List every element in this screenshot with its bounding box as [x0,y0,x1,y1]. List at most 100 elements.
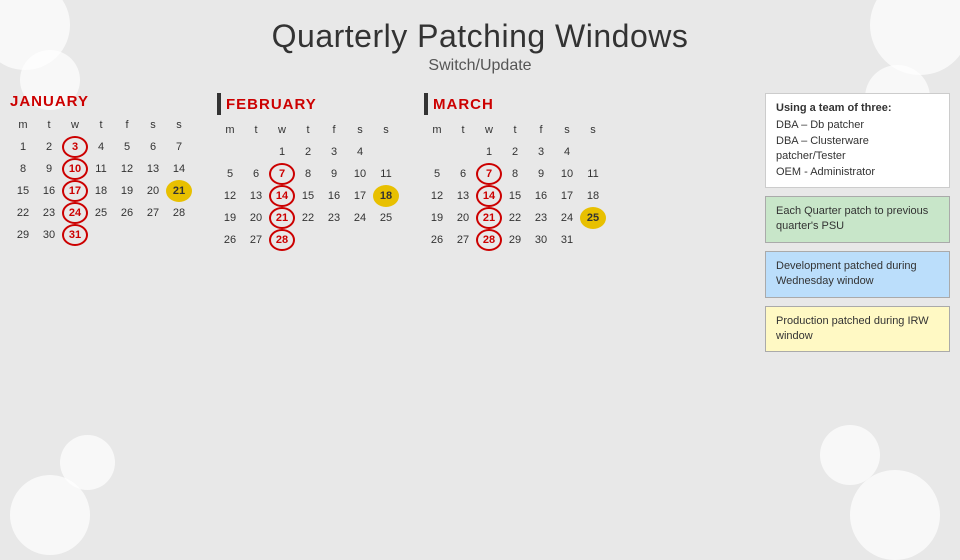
cal-day-cell: 3 [62,136,88,158]
cal-day-cell: 2 [295,141,321,163]
cal-day-cell [450,141,476,163]
cal-days-header-0: mtwtfss [10,114,205,136]
dev-patch-box: Development patched during Wednesday win… [765,251,950,298]
cal-day-cell: 4 [347,141,373,163]
cal-day-cell: 23 [36,202,62,224]
cal-day-cell [580,141,606,163]
cal-month-name-0: JANUARY [10,93,89,110]
cal-day-cell: 18 [88,180,114,202]
cal-day-cell: 19 [114,180,140,202]
cal-day-cell: 18 [580,185,606,207]
cal-day-cell: 31 [62,224,88,246]
cal-day-cell: 5 [114,136,140,158]
cal-day-cell: 21 [166,180,192,202]
cal-day-cell: 11 [580,163,606,185]
cal-day-cell: 23 [321,207,347,229]
cal-day-cell: 24 [347,207,373,229]
prod-patch-box: Production patched during IRW window [765,306,950,353]
cal-day-header-cell: t [295,119,321,141]
cal-days-header-2: mtwtfss [424,119,619,141]
cal-day-header-cell: m [424,119,450,141]
cal-day-cell: 15 [10,180,36,202]
deco-circle-bl2 [60,435,115,490]
cal-day-cell: 10 [62,158,88,180]
cal-day-cell [88,224,114,246]
cal-day-cell: 26 [217,229,243,251]
cal-day-cell: 31 [554,229,580,251]
cal-week-row: 262728 [217,229,412,251]
cal-day-cell: 11 [373,163,399,185]
cal-day-cell [166,224,192,246]
cal-day-cell: 28 [476,229,502,251]
cal-day-cell [295,229,321,251]
team-member-1: DBA – Db patcher [776,118,939,133]
cal-day-header-cell: f [321,119,347,141]
cal-day-cell: 14 [476,185,502,207]
cal-day-cell: 21 [476,207,502,229]
cal-day-header-cell: f [114,114,140,136]
cal-day-cell: 3 [321,141,347,163]
cal-month-bar-2 [424,93,428,115]
cal-day-header-cell: t [88,114,114,136]
cal-day-header-cell: w [476,119,502,141]
cal-day-cell: 20 [450,207,476,229]
cal-day-cell [243,141,269,163]
cal-day-cell: 24 [554,207,580,229]
cal-day-cell: 4 [554,141,580,163]
cal-day-cell: 16 [528,185,554,207]
cal-day-cell: 26 [114,202,140,224]
cal-day-cell: 22 [10,202,36,224]
cal-day-header-cell: w [269,119,295,141]
cal-header-2: MARCH [424,93,619,115]
cal-day-cell [321,229,347,251]
cal-day-header-cell: t [36,114,62,136]
cal-week-row: 293031 [10,224,205,246]
cal-week-row: 1234567 [10,136,205,158]
cal-day-cell: 12 [424,185,450,207]
cal-day-cell [373,229,399,251]
cal-day-cell: 7 [476,163,502,185]
cal-day-cell: 9 [528,163,554,185]
cal-day-header-cell: m [10,114,36,136]
cal-day-cell: 26 [424,229,450,251]
cal-day-cell: 18 [373,185,399,207]
cal-day-header-cell: t [502,119,528,141]
info-panel: Using a team of three: DBA – Db patcher … [765,93,950,352]
cal-day-cell: 17 [347,185,373,207]
cal-day-cell: 25 [373,207,399,229]
cal-day-header-cell: s [554,119,580,141]
cal-day-cell: 10 [347,163,373,185]
cal-days-header-1: mtwtfss [217,119,412,141]
cal-day-cell: 21 [269,207,295,229]
cal-day-header-cell: s [166,114,192,136]
cal-day-cell: 1 [476,141,502,163]
team-member-2: DBA – Clusterware patcher/Tester [776,134,939,165]
cal-month-name-2: MARCH [433,96,494,113]
cal-grid-1: mtwtfss123456789101112131415161718192021… [217,119,412,251]
cal-month-bar-1 [217,93,221,115]
cal-day-cell: 19 [424,207,450,229]
cal-day-cell: 23 [528,207,554,229]
cal-day-cell: 8 [295,163,321,185]
cal-day-cell: 20 [140,180,166,202]
calendars-section: JANUARYmtwtfss12345678910111213141516171… [10,93,755,251]
quarter-patch-text: Each Quarter patch to previous quarter's… [776,205,928,232]
cal-day-header-cell: s [347,119,373,141]
cal-day-cell: 16 [36,180,62,202]
cal-week-row: 15161718192021 [10,180,205,202]
cal-day-cell: 15 [502,185,528,207]
cal-day-cell: 15 [295,185,321,207]
calendar-january: JANUARYmtwtfss12345678910111213141516171… [10,93,205,251]
cal-day-cell: 17 [62,180,88,202]
prod-patch-text: Production patched during IRW window [776,315,929,342]
quarter-patch-box: Each Quarter patch to previous quarter's… [765,196,950,243]
cal-day-header-cell: s [140,114,166,136]
cal-day-cell [373,141,399,163]
cal-day-cell: 7 [166,136,192,158]
team-header: Using a team of three: [776,101,939,116]
cal-day-cell [140,224,166,246]
cal-day-cell [580,229,606,251]
cal-day-cell: 1 [269,141,295,163]
cal-day-cell: 22 [502,207,528,229]
cal-day-cell: 6 [450,163,476,185]
